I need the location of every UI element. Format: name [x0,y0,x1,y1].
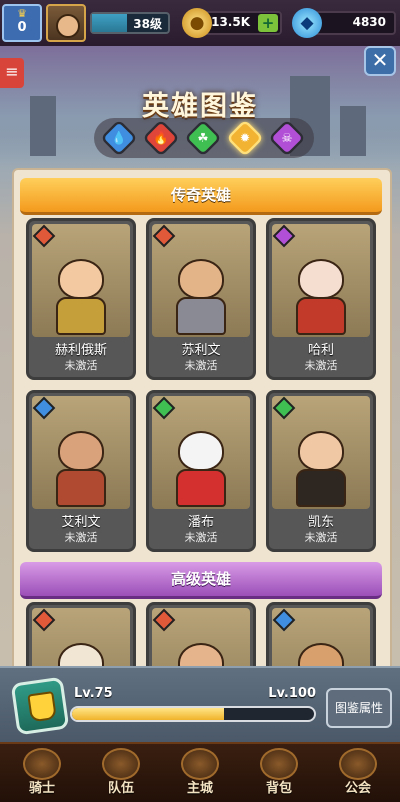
collection-book-icon[interactable] [10,676,70,736]
hero-card[interactable]: 赫利俄斯 未激活 [26,218,136,380]
rank-value: 0 [17,20,27,35]
hero-figure [296,259,346,335]
hero-list[interactable]: 传奇英雄 赫利俄斯 未激活 苏利文 未激活 哈利 未激活 艾利文 未激活 潘布 未激活 凯东 未激活 … [12,168,392,686]
dark-element-icon: ☠ [281,130,293,146]
add-coins-button[interactable]: + [258,14,278,32]
player-level-bar: 38级 [90,12,170,34]
collection-progress-bar: Lv.75 Lv.100 图鉴属性 [0,666,400,744]
hero-figure [56,431,106,507]
element-badge-icon [32,608,56,632]
max-level: Lv.100 [268,686,316,701]
nav-item-guild[interactable]: 公会 [320,746,396,800]
nature-element-icon: ☘ [197,130,209,146]
hero-portrait [272,224,370,337]
crown-icon: ♛ [17,7,27,20]
gem-icon: ◆ [292,8,322,38]
element-badge-icon [152,608,176,632]
hero-figure [56,259,106,335]
water-element-icon: 💧 [111,130,127,146]
element-badge-icon [272,608,296,632]
hero-card[interactable]: 苏利文 未激活 [146,218,256,380]
hero-card[interactable]: 潘布 未激活 [146,390,256,552]
gem-counter: ◆ 4830 [292,8,396,38]
fire-element-filter-button[interactable]: 🔥 [142,119,180,157]
collection-progress-fill [72,708,225,720]
element-badge-icon [272,224,296,248]
collection-progress [70,706,316,722]
team-icon [102,748,140,780]
top-hud: ♛ 0 38级 ● 13.5K + ◆ 4830 [0,0,400,47]
hero-status: 未激活 [184,359,218,372]
knight-icon [23,748,61,780]
player-level-label: 38级 [133,17,162,31]
coin-counter: ● 13.5K + [182,8,282,38]
hero-status: 未激活 [64,531,98,544]
bottom-navigation: 骑士 队伍 主城 背包 公会 [0,742,400,802]
coin-icon: ● [182,8,212,38]
nature-element-filter-button[interactable]: ☘ [184,119,222,157]
backpack-icon [260,748,298,780]
hero-name: 凯东 [307,515,334,530]
light-element-icon: ✹ [239,130,251,146]
coin-value: 13.5K [211,15,250,29]
water-element-filter-button[interactable]: 💧 [100,119,138,157]
section-banner-advanced: 高级英雄 [20,562,382,599]
nav-label: 背包 [265,781,292,796]
hero-portrait [32,224,130,337]
guild-icon [339,748,377,780]
player-avatar[interactable] [46,4,86,42]
rank-badge[interactable]: ♛ 0 [2,4,42,42]
close-button[interactable]: ✕ [364,46,396,76]
gem-value: 4830 [352,15,386,29]
nav-label: 队伍 [107,781,134,796]
hero-collection-panel: ≡ ✕ 英雄图鉴 💧 🔥 ☘ ✹ ☠ 传奇英雄 赫利俄斯 未激活 苏利文 未激活 哈利 未激活 艾利… [0,46,400,686]
hero-status: 未激活 [64,359,98,372]
hero-portrait [152,224,250,337]
nav-item-castle[interactable]: 主城 [162,746,238,800]
hero-status: 未激活 [304,531,338,544]
element-filter-bar: 💧 🔥 ☘ ✹ ☠ [94,118,314,158]
element-badge-icon [32,224,56,248]
collection-attributes-button[interactable]: 图鉴属性 [326,688,392,728]
hero-card[interactable]: 凯东 未激活 [266,390,376,552]
dark-element-filter-button[interactable]: ☠ [268,119,306,157]
hero-figure [176,431,226,507]
hero-name: 哈利 [307,343,334,358]
hero-figure [296,431,346,507]
helmet-emblem-icon [27,691,57,723]
hero-name: 苏利文 [181,343,221,358]
hero-portrait [152,396,250,509]
hero-status: 未激活 [304,359,338,372]
element-badge-icon [272,396,296,420]
nav-label: 主城 [186,781,213,796]
castle-icon [181,748,219,780]
hero-status: 未激活 [184,531,218,544]
hero-portrait [272,396,370,509]
hero-portrait [32,396,130,509]
hero-name: 赫利俄斯 [54,343,107,358]
nav-label: 骑士 [28,781,55,796]
element-badge-icon [152,396,176,420]
level-bar-fill [92,14,127,32]
hero-name: 潘布 [187,515,214,530]
nav-item-knight[interactable]: 骑士 [4,746,80,800]
hero-name: 艾利文 [61,515,101,530]
element-badge-icon [152,224,176,248]
nav-label: 公会 [344,781,371,796]
avatar-face-icon [56,14,80,38]
current-level: Lv.75 [74,686,113,701]
light-element-filter-button[interactable]: ✹ [226,119,264,157]
hero-card[interactable]: 艾利文 未激活 [26,390,136,552]
nav-item-backpack[interactable]: 背包 [241,746,317,800]
nav-item-team[interactable]: 队伍 [83,746,159,800]
hero-card[interactable]: 哈利 未激活 [266,218,376,380]
element-badge-icon [32,396,56,420]
section-banner-legendary: 传奇英雄 [20,178,382,215]
fire-element-icon: 🔥 [153,130,169,146]
hero-figure [176,259,226,335]
